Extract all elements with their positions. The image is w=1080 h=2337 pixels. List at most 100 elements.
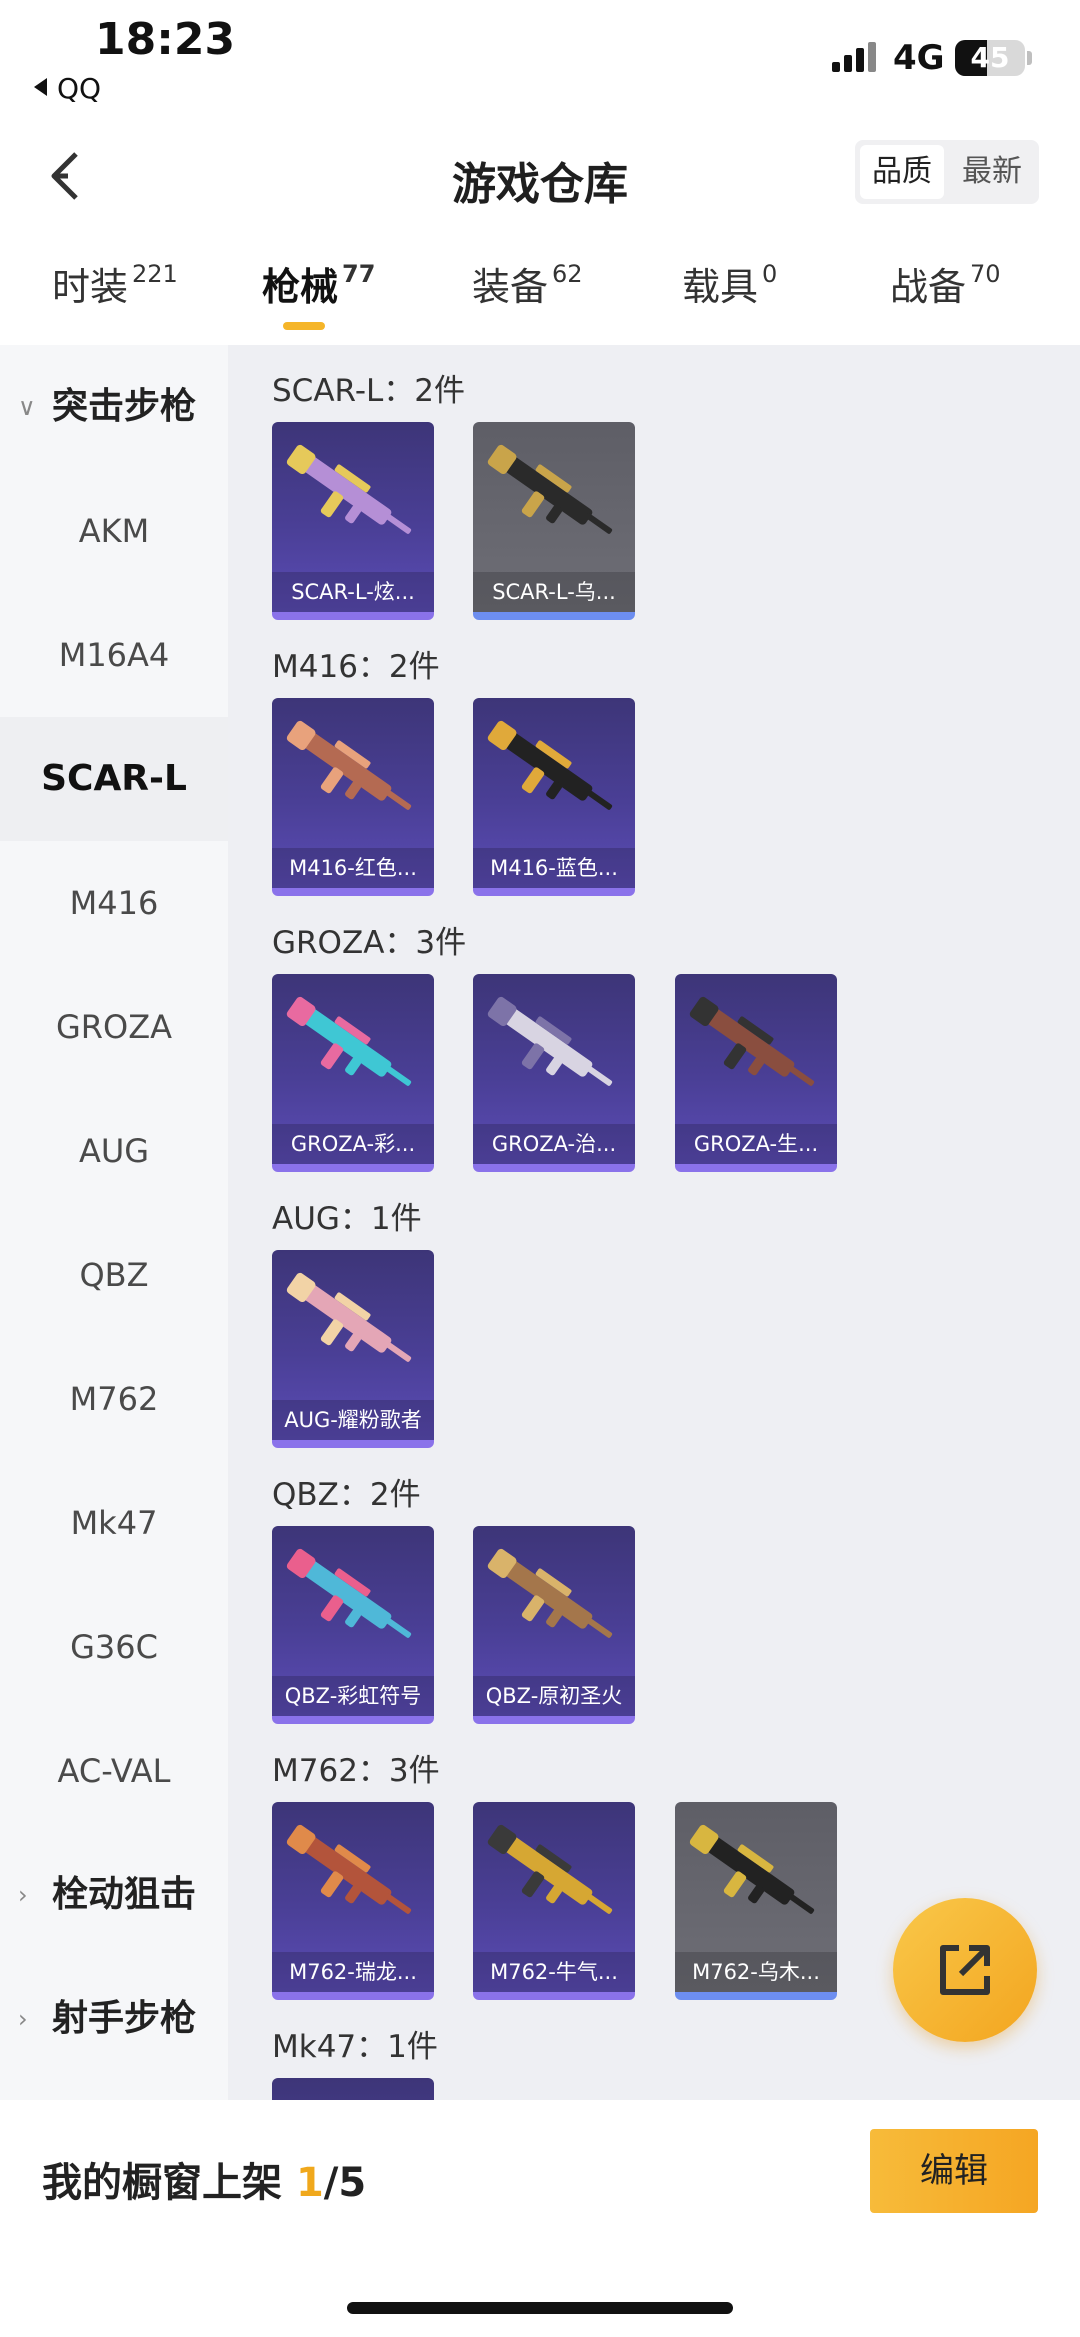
skin-card[interactable] <box>272 2078 434 2100</box>
skin-card[interactable]: SCAR-L-乌... <box>473 422 635 620</box>
skin-card[interactable]: GROZA-治... <box>473 974 635 1172</box>
rifle-icon <box>286 996 412 1086</box>
tab-count: 0 <box>762 260 778 288</box>
sidebar-group-bolt-action[interactable]: › 栓动狙击 <box>0 1833 228 1957</box>
tab-count: 62 <box>552 260 583 288</box>
sidebar-item-mk47[interactable]: Mk47 <box>0 1461 228 1585</box>
battery-level: 45 <box>970 41 1010 74</box>
sort-toggle: 品质 最新 <box>855 140 1039 204</box>
section-title: SCAR-L：2件 <box>272 373 465 409</box>
back-to-app-link[interactable]: QQ <box>34 72 101 105</box>
signal-icon <box>832 42 878 72</box>
section-title: AUG：1件 <box>272 1201 422 1237</box>
rifle-icon <box>487 444 613 534</box>
skin-card[interactable]: M762-乌木... <box>675 1802 837 2000</box>
rifle-icon <box>487 996 613 1086</box>
rifle-icon <box>487 720 613 810</box>
category-tabs: 时装 221 枪械 77 装备 62 载具 0 战备 70 <box>0 250 1080 340</box>
section-title: M416：2件 <box>272 649 440 685</box>
showcase-label: 我的橱窗上架 <box>42 2160 296 2206</box>
network-type: 4G <box>893 38 945 78</box>
sidebar-item-m762[interactable]: M762 <box>0 1337 228 1461</box>
tab-label: 枪械 <box>262 265 339 309</box>
section-title: Mk47：1件 <box>272 2029 438 2065</box>
section-title: M762：3件 <box>272 1753 440 1789</box>
sort-by-newest[interactable]: 最新 <box>950 145 1034 199</box>
status-bar: 18:23 QQ 4G 45 <box>0 0 1080 120</box>
weapon-skin-list[interactable]: SCAR-L：2件 SCAR-L-炫... SCAR-L-乌... M416：2… <box>228 345 1080 2100</box>
rifle-icon <box>286 1272 412 1362</box>
rifle-icon <box>286 720 412 810</box>
tab-label: 时装 <box>52 265 129 309</box>
chevron-right-icon: › <box>18 1881 28 1909</box>
sidebar-item-m416[interactable]: M416 <box>0 841 228 965</box>
sidebar-item-g36c[interactable]: G36C <box>0 1585 228 1709</box>
section-title: QBZ：2件 <box>272 1477 421 1513</box>
battery-icon: 45 <box>955 40 1025 76</box>
skin-card[interactable]: M762-瑞龙... <box>272 1802 434 2000</box>
share-button[interactable] <box>893 1898 1037 2042</box>
share-icon <box>940 1945 990 1995</box>
sidebar-group-label: 栓动狙击 <box>52 1874 197 1915</box>
sidebar-item-ac-val[interactable]: AC-VAL <box>0 1709 228 1833</box>
skin-name: AUG-耀粉歌者 <box>272 1400 434 1440</box>
skin-card[interactable]: GROZA-彩... <box>272 974 434 1172</box>
skin-card[interactable]: QBZ-彩虹符号 <box>272 1526 434 1724</box>
status-time: 18:23 <box>95 14 236 65</box>
skin-card[interactable]: AUG-耀粉歌者 <box>272 1250 434 1448</box>
tab-count: 77 <box>342 260 376 288</box>
skin-name: M762-瑞龙... <box>272 1952 434 1992</box>
sidebar-item-m16a4[interactable]: M16A4 <box>0 593 228 717</box>
skin-card[interactable]: M416-蓝色... <box>473 698 635 896</box>
skin-name: QBZ-原初圣火 <box>473 1676 635 1716</box>
sidebar-group-marksman[interactable]: › 射手步枪 <box>0 1957 228 2081</box>
home-indicator[interactable] <box>347 2302 733 2314</box>
skin-name: M762-乌木... <box>675 1952 837 1992</box>
skin-card[interactable]: GROZA-生... <box>675 974 837 1172</box>
sidebar-item-qbz[interactable]: QBZ <box>0 1213 228 1337</box>
skin-name: M416-蓝色... <box>473 848 635 888</box>
skin-name: GROZA-治... <box>473 1124 635 1164</box>
rifle-icon <box>487 1824 613 1914</box>
tab-label: 战备 <box>890 265 967 309</box>
sidebar-item-aug[interactable]: AUG <box>0 1089 228 1213</box>
tab-count: 221 <box>132 260 178 288</box>
tab-vehicles[interactable]: 载具 0 <box>682 256 777 311</box>
skin-name: GROZA-生... <box>675 1124 837 1164</box>
rifle-icon <box>272 2078 434 2100</box>
skin-name: SCAR-L-乌... <box>473 572 635 612</box>
edit-button[interactable]: 编辑 <box>870 2129 1038 2213</box>
rifle-icon <box>286 444 412 534</box>
skin-card[interactable]: M762-牛气... <box>473 1802 635 2000</box>
sidebar-item-scar-l[interactable]: SCAR-L <box>0 717 228 841</box>
sidebar-group-label: 射手步枪 <box>52 1998 197 2039</box>
showcase-status: 我的橱窗上架 1/5 <box>42 2150 366 2208</box>
tab-weapons[interactable]: 枪械 77 <box>262 256 375 311</box>
back-app-label: QQ <box>57 72 102 105</box>
chevron-right-icon: › <box>18 2005 28 2033</box>
tab-label: 载具 <box>682 265 759 309</box>
back-arrow-icon <box>34 78 47 96</box>
tab-supplies[interactable]: 战备 70 <box>890 256 1001 311</box>
skin-name: GROZA-彩... <box>272 1124 434 1164</box>
rifle-icon <box>286 1824 412 1914</box>
skin-card[interactable]: M416-红色... <box>272 698 434 896</box>
tab-count: 70 <box>970 260 1001 288</box>
skin-card[interactable]: SCAR-L-炫... <box>272 422 434 620</box>
tab-label: 装备 <box>472 265 549 309</box>
sidebar-item-akm[interactable]: AKM <box>0 469 228 593</box>
showcase-current: 1 <box>295 2160 324 2206</box>
skin-card[interactable]: QBZ-原初圣火 <box>473 1526 635 1724</box>
header: 游戏仓库 品质 最新 <box>0 120 1080 230</box>
showcase-total: /5 <box>323 2160 367 2206</box>
sort-by-quality[interactable]: 品质 <box>860 145 944 199</box>
rifle-icon <box>689 996 815 1086</box>
battery-tip <box>1027 51 1032 65</box>
tab-fashion[interactable]: 时装 221 <box>52 256 178 311</box>
rifle-icon <box>286 1548 412 1638</box>
sidebar-item-groza[interactable]: GROZA <box>0 965 228 1089</box>
active-tab-indicator <box>283 322 325 330</box>
skin-name: M416-红色... <box>272 848 434 888</box>
sidebar-group-assault-rifles[interactable]: ∨ 突击步枪 <box>0 345 228 469</box>
tab-equipment[interactable]: 装备 62 <box>472 256 583 311</box>
